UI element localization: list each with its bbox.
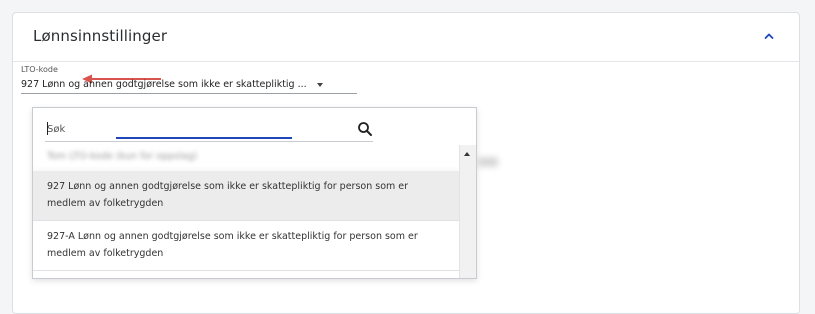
chevron-up-icon[interactable] — [761, 28, 777, 44]
lto-code-underline — [21, 93, 357, 94]
list-item[interactable]: Tom LTO-kode (kun for oppslag) — [33, 145, 459, 171]
list-item-label: Tom LTO-kode (kun for oppslag) — [47, 151, 198, 162]
lto-code-select[interactable]: 927 Lønn og annen godtgjørelse som ikke … — [21, 79, 323, 90]
list-item-label: 927-A Lønn og annen godtgjørelse som ikk… — [47, 231, 418, 259]
lto-code-value: 927 Lønn og annen godtgjørelse som ikke … — [21, 79, 307, 90]
caret-down-icon — [316, 83, 323, 87]
search-focus-indicator — [116, 137, 292, 139]
obscured-background-text — [478, 157, 498, 167]
search-input[interactable] — [45, 121, 347, 137]
option-list: Tom LTO-kode (kun for oppslag) 927 Lønn … — [33, 145, 459, 271]
card-header[interactable]: Lønnsinnstillinger — [13, 13, 799, 62]
section-title: Lønnsinnstillinger — [33, 27, 168, 45]
list-item-label: 927 Lønn og annen godtgjørelse som ikke … — [47, 181, 409, 209]
search-icon[interactable] — [357, 121, 373, 137]
list-item[interactable]: 927 Lønn og annen godtgjørelse som ikke … — [33, 171, 459, 221]
scrollbar[interactable] — [459, 145, 476, 278]
text-cursor — [47, 122, 48, 135]
scroll-up-icon[interactable] — [464, 152, 470, 156]
lto-code-dropdown: Tom LTO-kode (kun for oppslag) 927 Lønn … — [32, 107, 477, 279]
list-item[interactable]: 927-A Lønn og annen godtgjørelse som ikk… — [33, 221, 459, 271]
lto-code-label: LTO-kode — [21, 65, 58, 74]
